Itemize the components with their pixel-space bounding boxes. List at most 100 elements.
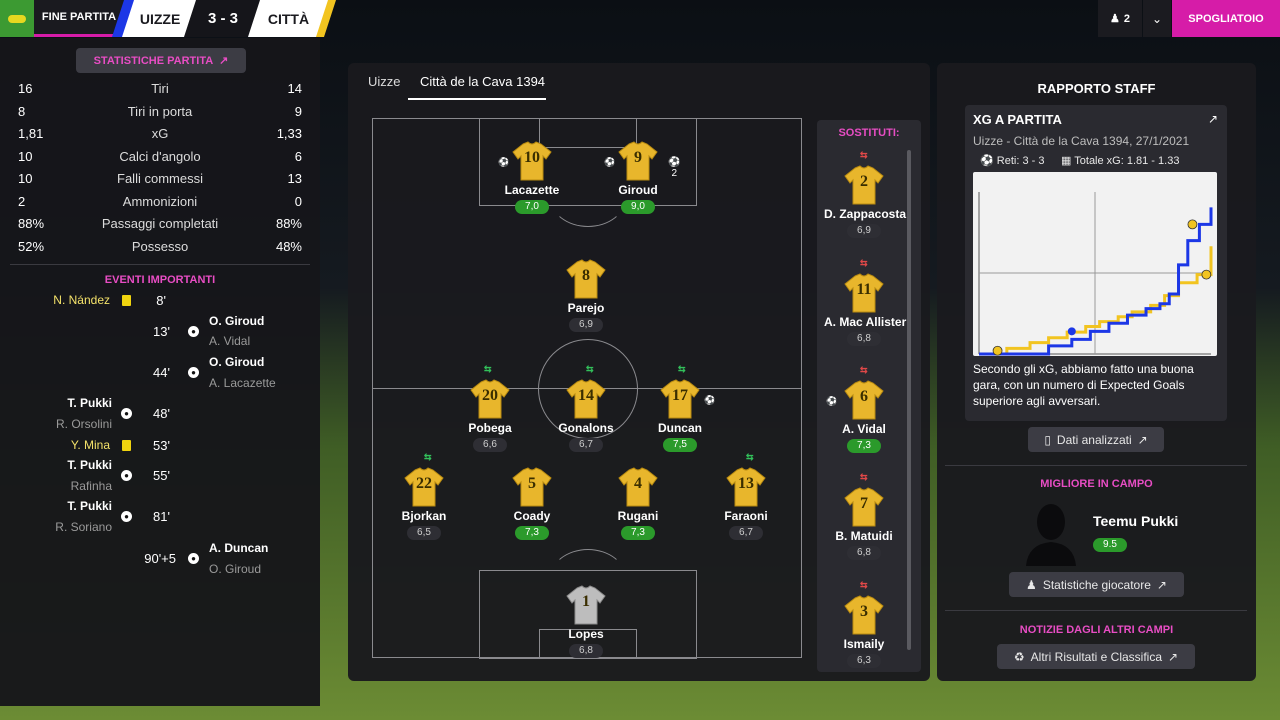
xg-chart xyxy=(973,172,1217,356)
shirt-icon: 7 xyxy=(843,486,885,528)
top-bar: FINE PARTITA UIZZE 3 - 3 CITTÀ ♟ 2 ⌄ SPO… xyxy=(0,0,1280,38)
xg-total: ▦ Totale xG: 1.81 - 1.33 xyxy=(1061,155,1180,167)
player-rating: 6,5 xyxy=(407,526,441,540)
match-stats-button[interactable]: STATISTICHE PARTITA ↗ xyxy=(76,48,246,73)
other-matches-title: NOTIZIE DAGLI ALTRI CAMPI xyxy=(1019,624,1174,636)
player-name: Ismaily xyxy=(843,637,885,651)
pitch-player[interactable]: 17 Duncan 7,5 ⇆ ⚽ xyxy=(640,364,720,452)
sub-out-icon: ⇆ xyxy=(860,580,868,590)
event-assist: R. Soriano xyxy=(55,520,112,534)
player-name: Bjorkan xyxy=(401,509,447,523)
shirt-icon: 3 xyxy=(843,594,885,636)
pitch-player[interactable]: 20 Pobega 6,6 ⇆ xyxy=(450,364,530,452)
shirt-number: 2 xyxy=(860,173,868,190)
player-rating: 6,7 xyxy=(569,438,603,452)
event-player: Y. Mina xyxy=(70,438,110,452)
pitch-player[interactable]: 1 Lopes 6,8 xyxy=(546,584,626,658)
active-tab-indicator xyxy=(408,98,546,100)
pitch-player[interactable]: 5 Coady 7,3 xyxy=(492,466,572,540)
pitch-player[interactable]: 14 Gonalons 6,7 ⇆ xyxy=(546,364,626,452)
goal-icon: ● xyxy=(188,367,199,378)
tab-home[interactable]: Uizze xyxy=(368,74,401,89)
chart-goal-marker xyxy=(1187,219,1198,230)
pitch-player[interactable]: 8 Parejo 6,9 xyxy=(546,258,626,332)
substitute-player[interactable]: ⇆ 2 D. Zappacosta 6,9 xyxy=(824,150,906,238)
divider xyxy=(10,264,310,265)
substitute-player[interactable]: ⇆ 11 A. Mac Allister 6,8 xyxy=(824,258,906,346)
goal-icon: ● xyxy=(188,326,199,337)
match-phase: FINE PARTITA xyxy=(34,0,124,37)
shirt-icon: 8 xyxy=(565,258,607,300)
chevron-down-button[interactable]: ⌄ xyxy=(1143,0,1171,37)
player-name: B. Matuidi xyxy=(835,529,893,543)
goal-icon: ⚽ xyxy=(604,157,616,167)
stat-row: 10 Calci d'angolo 6 xyxy=(18,148,302,164)
player-rating: 6,9 xyxy=(847,224,881,238)
user-icon: ♟ xyxy=(1110,13,1120,25)
shirt-number: 6 xyxy=(860,388,868,405)
shirt-icon: 14 xyxy=(565,378,607,420)
substitute-player[interactable]: ⇆ 3 Ismaily 6,3 xyxy=(824,580,904,668)
users-button[interactable]: ♟ 2 xyxy=(1098,0,1142,37)
shirt-icon: 9 xyxy=(617,140,659,182)
event-player: O. Giroud xyxy=(209,355,265,369)
substitute-player[interactable]: ⇆ 7 B. Matuidi 6,8 xyxy=(824,472,904,560)
competition-logo xyxy=(0,0,34,37)
event-minute: 55' xyxy=(153,468,170,483)
sub-in-icon: ⇆ xyxy=(484,364,492,374)
event-assist: O. Giroud xyxy=(209,562,262,576)
player-rating: 6,7 xyxy=(729,526,763,540)
chart-goal-marker xyxy=(1201,269,1212,280)
shirt-icon: 10 xyxy=(511,140,553,182)
pitch-player[interactable]: 4 Rugani 7,3 xyxy=(598,466,678,540)
player-rating: 6,6 xyxy=(473,438,507,452)
pitch-player[interactable]: 9 Giroud 9,0 ⚽ ⚽ 2 xyxy=(598,140,680,214)
player-name: Lopes xyxy=(568,627,604,641)
shirt-number: 14 xyxy=(578,387,594,404)
player-rating: 7,3 xyxy=(847,439,881,453)
events-title: EVENTI IMPORTANTI xyxy=(104,274,216,286)
shirt-number: 10 xyxy=(524,149,540,166)
divider xyxy=(945,610,1247,611)
event-minute: 53' xyxy=(153,438,170,453)
player-rating: 7,0 xyxy=(515,200,549,214)
tab-away[interactable]: Città de la Cava 1394 xyxy=(420,74,545,89)
staff-report-title: RAPPORTO STAFF xyxy=(1037,81,1156,96)
shirt-number: 17 xyxy=(672,387,688,404)
best-player-title: MIGLIORE IN CAMPO xyxy=(1040,478,1153,490)
shirt-icon: 6 xyxy=(843,379,885,421)
pitch-player[interactable]: 13 Faraoni 6,7 ⇆ xyxy=(706,452,786,540)
xg-title: XG A PARTITA xyxy=(973,112,1062,127)
ball-icon: ⚽ xyxy=(980,155,994,167)
xg-comment: Secondo gli xG, abbiamo fatto una buona … xyxy=(973,362,1194,408)
shirt-icon: 20 xyxy=(469,378,511,420)
analyzed-data-button[interactable]: ▯ Dati analizzati ↗ xyxy=(1028,427,1164,452)
goal-icon: ⚽ xyxy=(704,395,716,405)
shirt-number: 3 xyxy=(860,603,868,620)
shirt-icon: 5 xyxy=(511,466,553,508)
player-stats-button[interactable]: ♟ Statistiche giocatore ↗ xyxy=(1009,572,1184,597)
goal-icon: ⚽ xyxy=(498,157,510,167)
external-link-icon: ↗ xyxy=(1156,577,1167,592)
stat-row: 8 Tiri in porta 9 xyxy=(18,103,302,119)
stat-row: 52% Possesso 48% xyxy=(18,238,302,254)
player-avatar xyxy=(1026,504,1076,566)
player-name: Gonalons xyxy=(558,421,614,435)
trophy-icon: ♻ xyxy=(1013,649,1025,664)
substitute-player[interactable]: ⇆ 6 A. Vidal 7,3 ⚽ xyxy=(824,365,904,453)
xg-goals: ⚽ Reti: 3 - 3 xyxy=(980,155,1045,167)
shirt-number: 1 xyxy=(582,593,590,610)
pitch-player[interactable]: 10 Lacazette 7,0 ⚽ xyxy=(492,140,572,214)
event-player: O. Giroud xyxy=(209,314,265,328)
subs-title: SOSTITUTI: xyxy=(838,127,900,139)
event-player: N. Nández xyxy=(53,293,110,307)
dressing-room-button[interactable]: SPOGLIATOIO xyxy=(1172,0,1280,37)
sub-in-icon: ⇆ xyxy=(678,364,686,374)
subs-scrollbar[interactable] xyxy=(907,150,911,650)
player-name: Lacazette xyxy=(504,183,560,197)
pitch-player[interactable]: 22 Bjorkan 6,5 ⇆ xyxy=(384,452,464,540)
sub-in-icon: ⇆ xyxy=(424,452,432,462)
expand-icon[interactable]: ↗ xyxy=(1208,112,1218,126)
other-results-button[interactable]: ♻ Altri Risultati e Classifica ↗ xyxy=(997,644,1195,669)
event-minute: 90'+5 xyxy=(144,551,176,566)
